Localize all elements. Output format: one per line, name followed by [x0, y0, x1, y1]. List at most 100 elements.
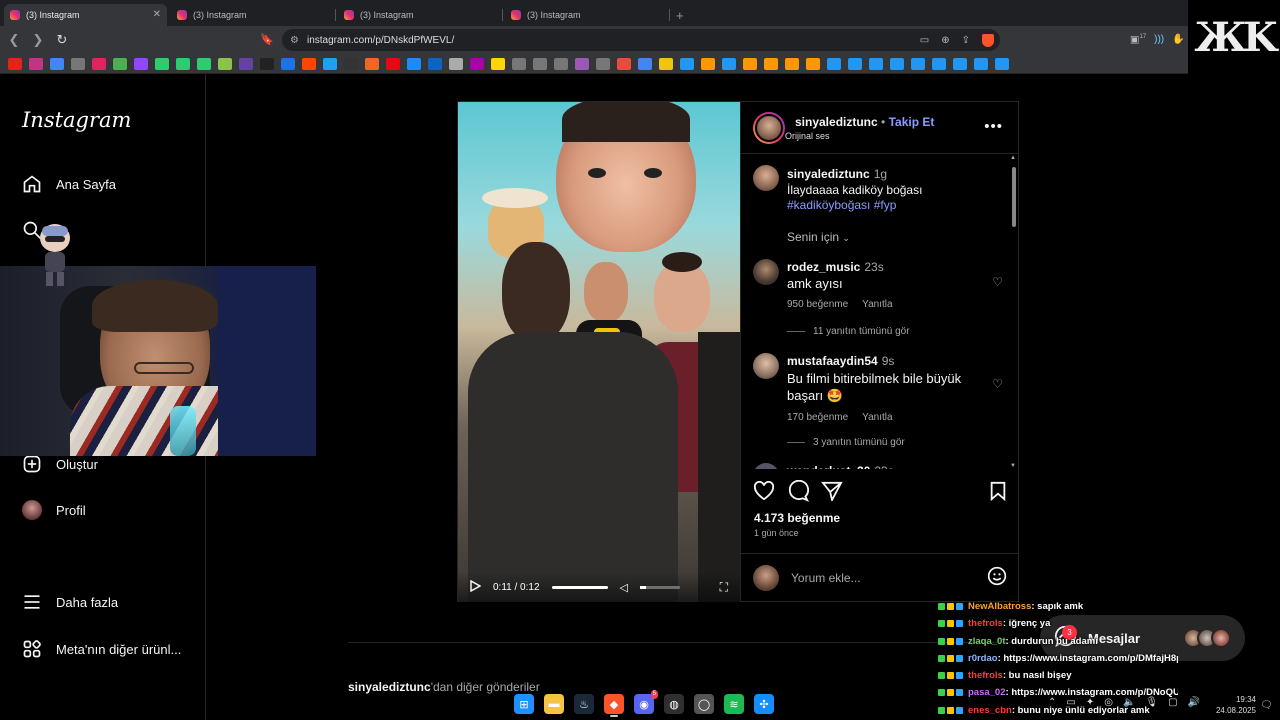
- forward-button[interactable]: ❯: [28, 32, 48, 48]
- bookmark-icon[interactable]: 🔖: [260, 33, 274, 46]
- chat-username[interactable]: NewAlbatross: [968, 601, 1031, 612]
- taskbar-start-button-icon[interactable]: ⊞: [514, 694, 534, 714]
- bookmark-favicon-icon[interactable]: [176, 57, 190, 70]
- play-icon[interactable]: [470, 579, 482, 595]
- site-info-icon[interactable]: ⚙: [290, 35, 299, 46]
- taskbar-spotify-icon[interactable]: ≋: [724, 694, 744, 714]
- bookmark-favicon-icon[interactable]: [764, 57, 778, 70]
- bookmark-favicon-icon[interactable]: [848, 57, 862, 70]
- caption-hashtags[interactable]: #kadiköyboğası #fyp: [787, 198, 922, 212]
- extension-icon[interactable]: ▣17: [1130, 34, 1146, 45]
- comment-likes[interactable]: 950 beğenme: [787, 299, 848, 310]
- bookmark-favicon-icon[interactable]: [218, 57, 232, 70]
- bookmark-favicon-icon[interactable]: [113, 57, 127, 70]
- author-avatar[interactable]: [753, 111, 785, 144]
- bookmark-favicon-icon[interactable]: [617, 57, 631, 70]
- reload-button[interactable]: ↻: [52, 32, 72, 48]
- comment-icon[interactable]: [787, 479, 810, 507]
- taskbar-brave-browser-icon[interactable]: ◆: [604, 694, 624, 717]
- heart-icon[interactable]: ♡: [992, 377, 1003, 391]
- back-button[interactable]: ❮: [4, 32, 24, 48]
- bookmark-favicon-icon[interactable]: [29, 57, 43, 70]
- bookmark-favicon-icon[interactable]: [50, 57, 64, 70]
- bookmark-favicon-icon[interactable]: [554, 57, 568, 70]
- reply-button[interactable]: Yanıtla: [862, 299, 892, 310]
- comment-avatar[interactable]: [753, 259, 779, 285]
- follow-button[interactable]: Takip Et: [889, 115, 935, 129]
- share-icon[interactable]: ⇪: [962, 35, 970, 46]
- bookmark-favicon-icon[interactable]: [71, 57, 85, 70]
- save-icon[interactable]: [989, 481, 1007, 506]
- taskbar-clock[interactable]: 19:34 24.08.2025: [1212, 694, 1256, 716]
- notification-icon[interactable]: 🗨: [1260, 700, 1273, 711]
- volume-slider[interactable]: [640, 585, 680, 589]
- taskbar-battle-net-icon[interactable]: ✣: [754, 694, 774, 714]
- tab-instagram-3[interactable]: (3) Instagram: [338, 4, 503, 26]
- volume-icon[interactable]: ◁: [620, 581, 628, 594]
- tray-app-icon[interactable]: ◎: [1104, 697, 1113, 708]
- bookmark-favicon-icon[interactable]: [680, 57, 694, 70]
- bookmark-favicon-icon[interactable]: [197, 57, 211, 70]
- audio-label[interactable]: Orijinal ses: [785, 131, 934, 141]
- taskbar-file-explorer-icon[interactable]: ▬: [544, 694, 564, 714]
- bookmark-favicon-icon[interactable]: [785, 57, 799, 70]
- sidebar-item-profile[interactable]: Profil: [22, 500, 86, 520]
- bookmark-favicon-icon[interactable]: [512, 57, 526, 70]
- tray-overflow-icon[interactable]: ⌃: [1048, 697, 1056, 708]
- bookmark-favicon-icon[interactable]: [638, 57, 652, 70]
- comment-username[interactable]: rodez_music: [787, 260, 860, 274]
- bookmark-favicon-icon[interactable]: [827, 57, 841, 70]
- taskbar-discord-icon[interactable]: ◉ 5: [634, 690, 658, 714]
- like-count[interactable]: 4.173 beğenme: [754, 511, 840, 525]
- tab-instagram-2[interactable]: (3) Instagram: [171, 4, 336, 26]
- comment-username[interactable]: mustafaaydin54: [787, 354, 878, 368]
- bookmark-favicon-icon[interactable]: [953, 57, 967, 70]
- taskbar-obs-icon[interactable]: ◍: [664, 694, 684, 714]
- bookmark-favicon-icon[interactable]: [428, 57, 442, 70]
- bookmark-favicon-icon[interactable]: [449, 57, 463, 70]
- bookmark-favicon-icon[interactable]: [323, 57, 337, 70]
- cast-icon[interactable]: ▭: [920, 35, 929, 46]
- bookmark-favicon-icon[interactable]: [743, 57, 757, 70]
- bookmark-favicon-icon[interactable]: [470, 57, 484, 70]
- bookmark-favicon-icon[interactable]: [92, 57, 106, 70]
- bookmark-favicon-icon[interactable]: [995, 57, 1009, 70]
- brave-shields-icon[interactable]: [982, 33, 994, 47]
- comment-avatar[interactable]: [753, 463, 779, 469]
- bookmark-favicon-icon[interactable]: [407, 57, 421, 70]
- caption-username[interactable]: sinyalediztunc: [787, 167, 870, 181]
- comment-username[interactable]: wanderlust_20: [787, 464, 870, 469]
- zoom-icon[interactable]: ⊕: [941, 35, 949, 46]
- bookmark-favicon-icon[interactable]: [533, 57, 547, 70]
- bookmark-favicon-icon[interactable]: [974, 57, 988, 70]
- bookmark-favicon-icon[interactable]: [722, 57, 736, 70]
- fullscreen-icon[interactable]: ⛶: [720, 580, 728, 595]
- mic-icon[interactable]: 🎙: [1145, 697, 1158, 708]
- bookmark-favicon-icon[interactable]: [596, 57, 610, 70]
- sidebar-item-more[interactable]: Daha fazla: [22, 592, 118, 612]
- chat-username[interactable]: thefrols: [968, 670, 1003, 681]
- volume-icon[interactable]: 🔊: [1188, 697, 1200, 708]
- bookmark-favicon-icon[interactable]: [155, 57, 169, 70]
- comment-likes[interactable]: 170 beğenme: [787, 412, 848, 423]
- comment-sort-dropdown[interactable]: Senin için ⌄: [787, 230, 850, 244]
- bookmark-favicon-icon[interactable]: [911, 57, 925, 70]
- comments-scrollbar[interactable]: ▲ ▼: [1010, 155, 1018, 469]
- like-icon[interactable]: [753, 480, 775, 506]
- url-bar[interactable]: ⚙ instagram.com/p/DNskdPfWEVL/ ▭ ⊕ ⇪: [282, 29, 1000, 51]
- chat-username[interactable]: r0rdao: [968, 653, 998, 664]
- caption-avatar[interactable]: [753, 165, 779, 191]
- chat-username[interactable]: thefrols: [968, 618, 1003, 629]
- bookmark-favicon-icon[interactable]: [575, 57, 589, 70]
- sidebar-item-create[interactable]: Oluştur: [22, 454, 98, 474]
- bookmark-favicon-icon[interactable]: [8, 57, 22, 70]
- bookmark-favicon-icon[interactable]: [869, 57, 883, 70]
- bookmark-favicon-icon[interactable]: [239, 57, 253, 70]
- bookmark-favicon-icon[interactable]: [302, 57, 316, 70]
- bookmark-favicon-icon[interactable]: [491, 57, 505, 70]
- bookmark-favicon-icon[interactable]: [932, 57, 946, 70]
- bookmark-favicon-icon[interactable]: [344, 57, 358, 70]
- wifi-extension-icon[interactable]: ))): [1154, 34, 1164, 45]
- reel-video[interactable]: 0:11 / 0:12 ◁ ⛶: [458, 102, 740, 602]
- view-replies-button[interactable]: 11 yanıtın tümünü gör: [787, 326, 910, 337]
